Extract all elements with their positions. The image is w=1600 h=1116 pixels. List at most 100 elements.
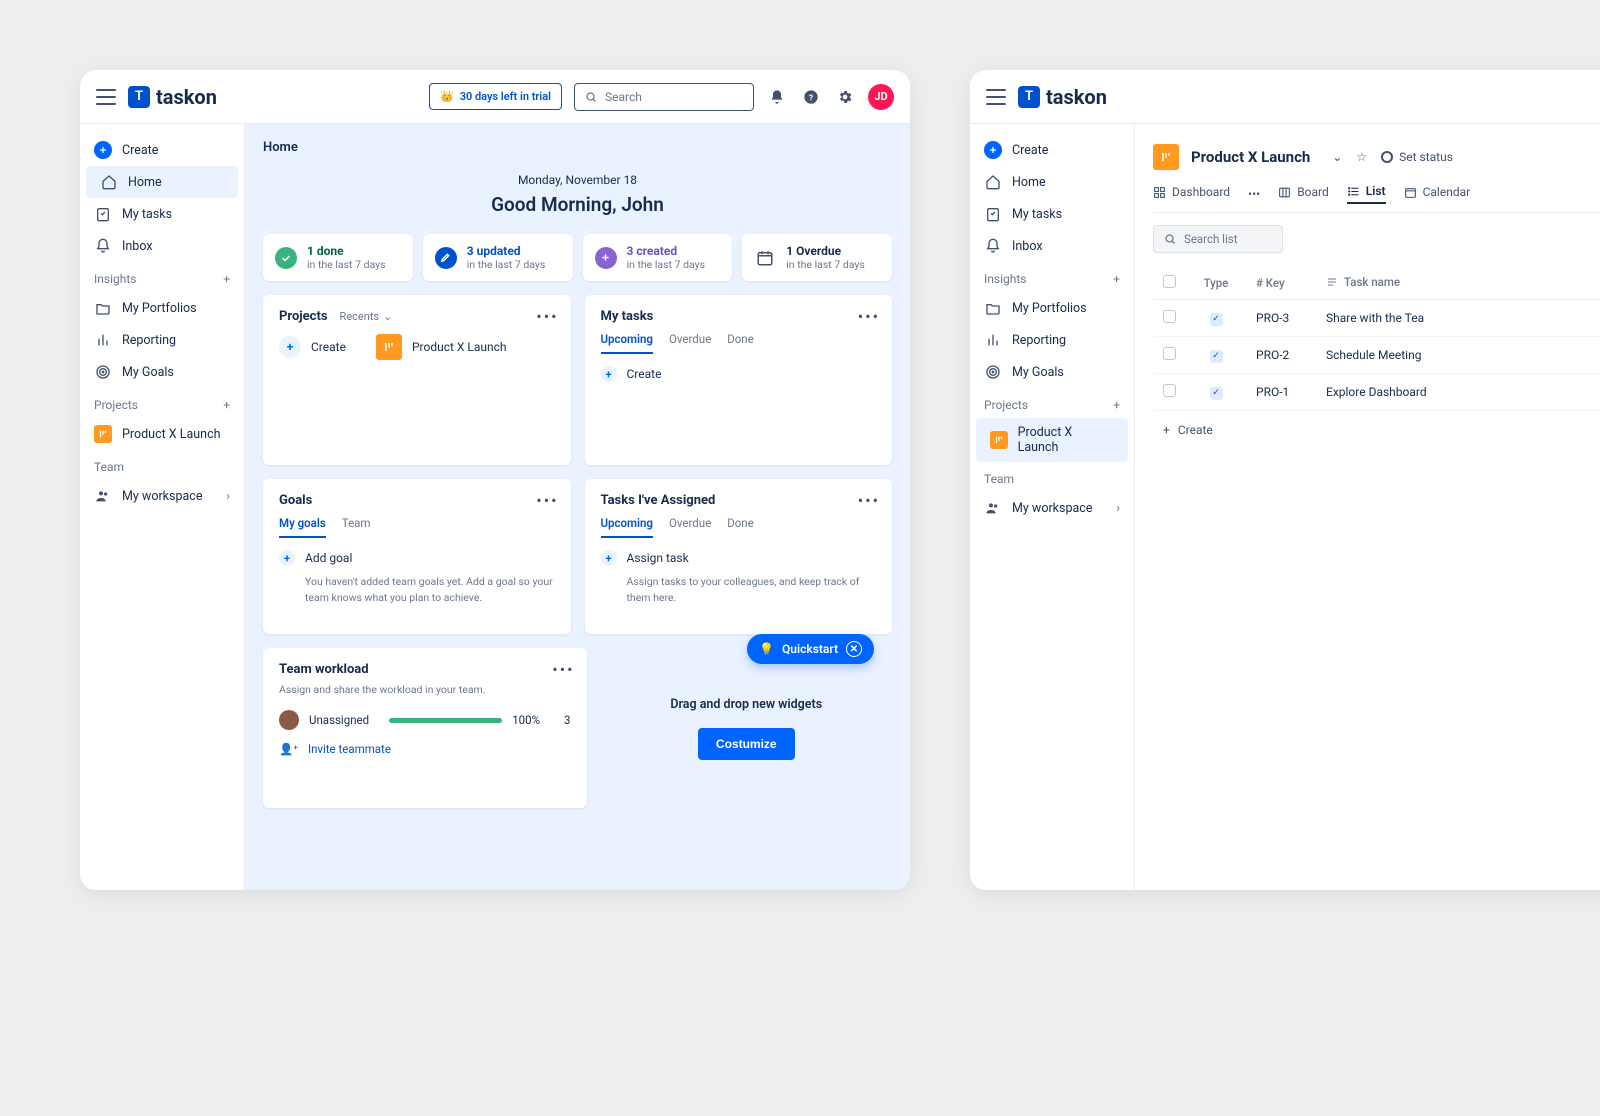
table-row[interactable]: ✓ PRO-1 Explore Dashboard bbox=[1153, 374, 1600, 411]
global-search-input[interactable]: Search bbox=[574, 83, 754, 111]
invite-teammate-button[interactable]: 👤⁺ Invite teammate bbox=[279, 742, 571, 756]
card-menu-icon[interactable]: ••• bbox=[536, 491, 558, 510]
target-icon bbox=[94, 363, 112, 381]
calendar-icon bbox=[1404, 186, 1417, 199]
cards-row-2: ••• Goals My goals Team + Add goal You h… bbox=[263, 479, 892, 634]
sidebar-item-inbox[interactable]: Inbox bbox=[80, 230, 244, 262]
sidebar-item-workspace[interactable]: My workspace › bbox=[80, 480, 244, 512]
view-tab-board[interactable]: Board bbox=[1278, 185, 1329, 203]
widget-drop-area[interactable]: Drag and drop new widgets Costumize bbox=[601, 648, 893, 808]
insights-add-icon[interactable]: + bbox=[223, 272, 230, 286]
brand-logo[interactable]: T taskon bbox=[128, 85, 217, 109]
stat-done[interactable]: 1 donein the last 7 days bbox=[263, 234, 413, 281]
row-checkbox[interactable] bbox=[1163, 310, 1176, 323]
member-name: Unassigned bbox=[309, 713, 379, 727]
projects-add-icon[interactable]: + bbox=[223, 398, 230, 412]
sidebar-create-button[interactable]: Create bbox=[970, 134, 1134, 166]
add-goal-button[interactable]: + Add goal bbox=[279, 550, 555, 566]
card-menu-icon[interactable]: ••• bbox=[552, 660, 574, 679]
reporting-label: Reporting bbox=[122, 333, 176, 348]
card-menu-icon[interactable]: ••• bbox=[536, 307, 558, 326]
assign-task-button[interactable]: + Assign task bbox=[601, 550, 877, 566]
sidebar-item-portfolios[interactable]: My Portfolios bbox=[80, 292, 244, 324]
stat-updated[interactable]: 3 updatedin the last 7 days bbox=[423, 234, 573, 281]
bar-chart-icon bbox=[984, 331, 1002, 349]
sidebar-item-mytasks[interactable]: My tasks bbox=[970, 198, 1134, 230]
list-search-placeholder: Search list bbox=[1184, 232, 1237, 246]
close-circle-icon[interactable]: ✕ bbox=[846, 641, 862, 657]
card-menu-icon[interactable]: ••• bbox=[858, 307, 880, 326]
check-circle-icon bbox=[275, 247, 297, 269]
col-type[interactable]: Type bbox=[1186, 267, 1246, 300]
row-checkbox[interactable] bbox=[1163, 384, 1176, 397]
projects-add-icon[interactable]: + bbox=[1113, 398, 1120, 412]
tab-done[interactable]: Done bbox=[727, 516, 754, 538]
list-search-input[interactable]: Search list bbox=[1153, 225, 1283, 253]
user-avatar[interactable]: JD bbox=[868, 84, 894, 110]
sidebar-item-workspace[interactable]: My workspace › bbox=[970, 492, 1134, 524]
trial-pill[interactable]: 👑 30 days left in trial bbox=[429, 83, 562, 110]
col-key[interactable]: # Key bbox=[1246, 267, 1316, 300]
card-menu-icon[interactable]: ••• bbox=[858, 491, 880, 510]
tab-upcoming[interactable]: Upcoming bbox=[601, 332, 653, 354]
table-row[interactable]: ✓ PRO-2 Schedule Meeting bbox=[1153, 337, 1600, 374]
menu-toggle-icon[interactable] bbox=[986, 89, 1006, 105]
sidebar-item-mytasks[interactable]: My tasks bbox=[80, 198, 244, 230]
quickstart-button[interactable]: 💡 Quickstart ✕ bbox=[747, 634, 874, 664]
view-board-label: Board bbox=[1297, 185, 1329, 199]
sidebar-item-goals[interactable]: My Goals bbox=[970, 356, 1134, 388]
reporting-label: Reporting bbox=[1012, 333, 1066, 348]
chevron-right-icon: › bbox=[226, 489, 230, 504]
sidebar-item-goals[interactable]: My Goals bbox=[80, 356, 244, 388]
help-icon[interactable]: ? bbox=[800, 86, 822, 108]
brand-logo[interactable]: T taskon bbox=[1018, 85, 1107, 109]
sidebar-item-reporting[interactable]: Reporting bbox=[80, 324, 244, 356]
customize-button[interactable]: Costumize bbox=[698, 728, 795, 760]
sidebar-item-inbox[interactable]: Inbox bbox=[970, 230, 1134, 262]
menu-toggle-icon[interactable] bbox=[96, 89, 116, 105]
view-tab-calendar[interactable]: Calendar bbox=[1404, 185, 1471, 203]
mytasks-card: ••• My tasks Upcoming Overdue Done + Cre… bbox=[585, 295, 893, 465]
create-task-button[interactable]: + Create bbox=[1153, 411, 1600, 449]
project-chip[interactable]: Product X Launch bbox=[376, 334, 507, 360]
stat-overdue[interactable]: 1 Overduein the last 7 days bbox=[742, 234, 892, 281]
mytasks-create-button[interactable]: + Create bbox=[601, 366, 877, 382]
projects-create-button[interactable]: + Create bbox=[279, 336, 346, 358]
sidebar-item-reporting[interactable]: Reporting bbox=[970, 324, 1134, 356]
settings-icon[interactable] bbox=[834, 86, 856, 108]
sidebar-item-portfolios[interactable]: My Portfolios bbox=[970, 292, 1134, 324]
sidebar-create-button[interactable]: Create bbox=[80, 134, 244, 166]
more-views-icon[interactable]: ••• bbox=[1248, 187, 1260, 201]
tab-mygoals[interactable]: My goals bbox=[279, 516, 326, 538]
member-avatar[interactable] bbox=[279, 710, 299, 730]
view-tab-list[interactable]: List bbox=[1347, 184, 1386, 204]
sidebar-item-project[interactable]: Product X Launch bbox=[976, 418, 1128, 462]
sidebar-item-home[interactable]: Home bbox=[86, 166, 238, 198]
search-icon bbox=[585, 91, 597, 103]
chevron-down-icon[interactable]: ⌄ bbox=[1332, 150, 1342, 164]
sidebar-item-home[interactable]: Home bbox=[970, 166, 1134, 198]
projects-filter-select[interactable]: Recents ⌄ bbox=[340, 310, 393, 323]
tab-overdue[interactable]: Overdue bbox=[669, 332, 711, 354]
sidebar-mytasks-label: My tasks bbox=[1012, 207, 1062, 222]
task-list-table: Type # Key Task name ✓ PRO-3 Share with … bbox=[1153, 267, 1600, 411]
select-all-checkbox[interactable] bbox=[1163, 275, 1176, 288]
team-icon bbox=[94, 487, 112, 505]
tab-upcoming[interactable]: Upcoming bbox=[601, 516, 653, 538]
edit-circle-icon bbox=[435, 247, 457, 269]
insights-add-icon[interactable]: + bbox=[1113, 272, 1120, 286]
table-row[interactable]: ✓ PRO-3 Share with the Tea bbox=[1153, 300, 1600, 337]
tab-overdue[interactable]: Overdue bbox=[669, 516, 711, 538]
tab-team-goals[interactable]: Team bbox=[342, 516, 371, 538]
row-checkbox[interactable] bbox=[1163, 347, 1176, 360]
sidebar-item-project[interactable]: Product X Launch bbox=[80, 418, 244, 450]
cards-row-3: ••• Team workload Assign and share the w… bbox=[263, 648, 892, 808]
home-window: T taskon 👑 30 days left in trial Search … bbox=[80, 70, 910, 890]
stat-created[interactable]: 3 createdin the last 7 days bbox=[583, 234, 733, 281]
notifications-icon[interactable] bbox=[766, 86, 788, 108]
tab-done[interactable]: Done bbox=[727, 332, 754, 354]
set-status-button[interactable]: Set status bbox=[1381, 150, 1453, 164]
bell-icon bbox=[94, 237, 112, 255]
star-icon[interactable]: ☆ bbox=[1356, 150, 1367, 164]
view-tab-dashboard[interactable]: Dashboard bbox=[1153, 185, 1230, 203]
